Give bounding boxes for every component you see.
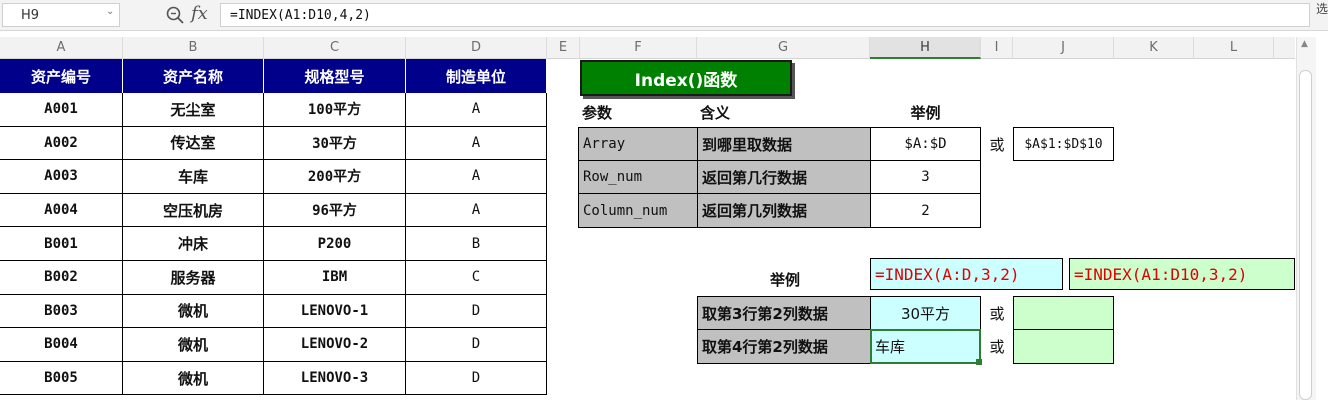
table-cell[interactable]: LENOVO-1: [264, 294, 406, 329]
column-header-g[interactable]: G: [697, 37, 870, 59]
table-cell[interactable]: A001: [0, 93, 123, 127]
example-alt-result[interactable]: [1013, 296, 1114, 330]
table-cell[interactable]: A003: [0, 160, 123, 194]
table-cell[interactable]: 服务器: [123, 261, 264, 295]
table-cell[interactable]: A: [406, 193, 547, 228]
table-cell[interactable]: B005: [0, 361, 123, 396]
column-header-h[interactable]: H: [870, 37, 981, 59]
table-cell[interactable]: LENOVO-3: [264, 361, 406, 396]
example-label: 举例: [769, 270, 800, 289]
index-function-title[interactable]: Index()函数: [580, 60, 792, 96]
param-name[interactable]: Row_num: [578, 160, 698, 194]
table-cell[interactable]: 无尘室: [123, 93, 264, 127]
table-cell[interactable]: LENOVO-2: [264, 328, 406, 362]
table-cell[interactable]: 车库: [123, 160, 264, 194]
column-header-bar: A B C D E F G H I J K L: [0, 37, 1295, 59]
table-cell[interactable]: 空压机房: [123, 193, 264, 228]
column-header-e[interactable]: E: [547, 37, 580, 59]
param-example[interactable]: 2: [870, 193, 981, 228]
table-header-cell[interactable]: 资产编号: [0, 59, 123, 93]
toolbar-edge-label[interactable]: 选: [1316, 0, 1328, 17]
table-header-cell[interactable]: 制造单位: [406, 59, 547, 93]
table-cell[interactable]: B002: [0, 261, 123, 295]
column-header-a[interactable]: A: [0, 37, 123, 59]
table-cell[interactable]: IBM: [264, 261, 406, 295]
table-cell[interactable]: 96平方: [264, 193, 406, 228]
example-header: 举例: [910, 103, 941, 122]
table-header-cell[interactable]: 资产名称: [123, 59, 264, 93]
column-header-k[interactable]: K: [1114, 37, 1194, 59]
table-cell[interactable]: P200: [264, 227, 406, 261]
name-box[interactable]: H9: [2, 3, 120, 27]
formula-input[interactable]: =INDEX(A1:D10,4,2): [220, 3, 1310, 27]
column-header-f[interactable]: F: [580, 37, 697, 59]
table-cell[interactable]: 30平方: [264, 126, 406, 161]
param-meaning[interactable]: 返回第几行数据: [697, 160, 871, 194]
table-cell[interactable]: A: [406, 126, 547, 161]
column-header-b[interactable]: B: [123, 37, 264, 59]
meaning-header: 含义: [700, 103, 731, 122]
array-alt[interactable]: $A$1:$D$10: [1013, 127, 1114, 161]
column-header-c[interactable]: C: [264, 37, 406, 59]
table-header-cell[interactable]: 规格型号: [264, 59, 406, 93]
column-header-l[interactable]: L: [1194, 37, 1274, 59]
param-meaning[interactable]: 返回第几列数据: [697, 193, 871, 228]
table-cell[interactable]: C: [406, 261, 547, 295]
table-cell[interactable]: B004: [0, 328, 123, 362]
table-cell[interactable]: 微机: [123, 361, 264, 396]
table-cell[interactable]: B: [406, 227, 547, 261]
example-label-row[interactable]: 取第3行第2列数据: [697, 296, 871, 330]
table-cell[interactable]: 冲床: [123, 227, 264, 261]
column-header-d[interactable]: D: [406, 37, 547, 59]
or-label: 或: [989, 135, 1005, 154]
example-alt-result[interactable]: [1013, 329, 1114, 364]
table-cell[interactable]: D: [406, 294, 547, 329]
table-cell[interactable]: 传达室: [123, 126, 264, 161]
table-cell[interactable]: 微机: [123, 294, 264, 329]
or-label: 或: [989, 338, 1005, 356]
example-result[interactable]: 30平方: [870, 296, 981, 330]
chevron-down-icon[interactable]: ⌄: [106, 6, 114, 17]
table-cell[interactable]: 微机: [123, 328, 264, 362]
example-label-row[interactable]: 取第4行第2列数据: [697, 329, 871, 364]
table-cell[interactable]: D: [406, 361, 547, 396]
table-cell[interactable]: D: [406, 328, 547, 362]
zoom-icon[interactable]: [165, 5, 185, 25]
formula-example-2[interactable]: =INDEX(A1:D10,3,2): [1069, 258, 1295, 290]
formula-example-1[interactable]: =INDEX(A:D,3,2): [870, 258, 1063, 290]
table-cell[interactable]: 100平方: [264, 93, 406, 127]
column-header-i[interactable]: I: [981, 37, 1013, 59]
table-cell[interactable]: B003: [0, 294, 123, 329]
table-cell[interactable]: A: [406, 160, 547, 194]
param-meaning[interactable]: 到哪里取数据: [697, 127, 871, 161]
param-example[interactable]: $A:$D: [870, 127, 981, 161]
scroll-up-icon[interactable]: ▲: [1301, 39, 1308, 49]
param-header: 参数: [582, 103, 613, 122]
table-cell[interactable]: A004: [0, 193, 123, 228]
table-cell[interactable]: B001: [0, 227, 123, 261]
table-cell[interactable]: 200平方: [264, 160, 406, 194]
table-cell[interactable]: A: [406, 93, 547, 127]
column-header-j[interactable]: J: [1013, 37, 1114, 59]
param-example[interactable]: 3: [870, 160, 981, 194]
selected-cell-h9[interactable]: 车库: [870, 329, 981, 364]
param-name[interactable]: Column_num: [578, 193, 698, 228]
table-cell[interactable]: A002: [0, 126, 123, 161]
param-name[interactable]: Array: [578, 127, 698, 161]
fx-icon[interactable]: fx: [191, 3, 208, 24]
or-label: 或: [989, 304, 1005, 323]
scrollbar-thumb[interactable]: [1299, 70, 1312, 400]
